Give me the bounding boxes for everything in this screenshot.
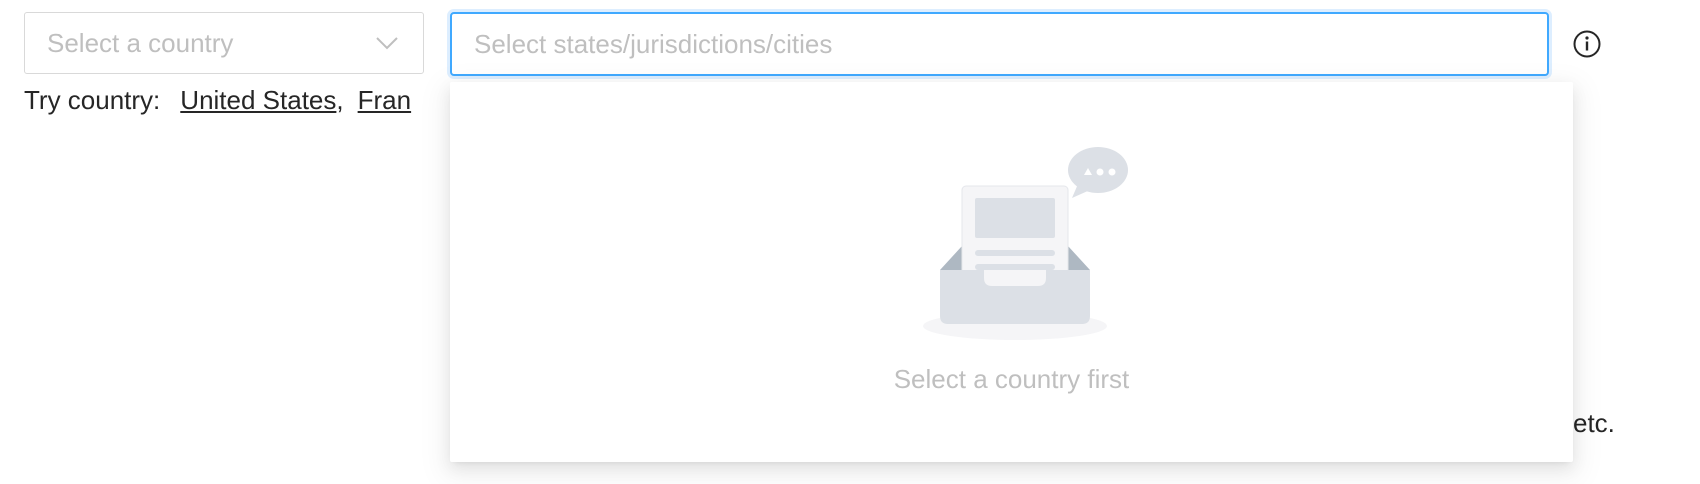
try-country-link-united-states[interactable]: United States [180, 85, 336, 116]
empty-state-text: Select a country first [893, 364, 1130, 394]
states-input[interactable] [474, 28, 1525, 60]
try-country-link-france[interactable]: Fran [358, 85, 411, 116]
try-country-row: Try country: United States , Fran [24, 80, 411, 120]
states-dropdown: Select a country first [450, 82, 1573, 462]
info-icon[interactable] [1572, 29, 1602, 59]
background-text-etc: etc. [1573, 408, 1615, 438]
try-country-separator: , [336, 84, 344, 115]
empty-inbox-icon [920, 140, 1134, 350]
states-input-wrapper[interactable] [450, 12, 1549, 76]
country-select-placeholder: Select a country [47, 27, 234, 58]
try-country-label: Try country: [24, 84, 161, 115]
country-select[interactable]: Select a country [24, 12, 424, 74]
chevron-down-icon [373, 33, 401, 53]
